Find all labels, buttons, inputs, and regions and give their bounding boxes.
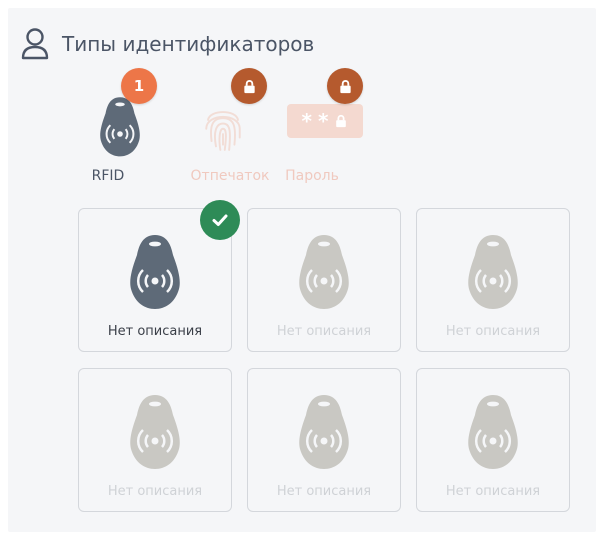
- key-card[interactable]: Нет описания: [78, 368, 232, 512]
- lock-badge: [327, 68, 363, 104]
- rfid-tag-icon: [299, 235, 349, 309]
- password-icon: * *: [287, 104, 363, 138]
- count-badge-label: 1: [133, 77, 145, 95]
- fingerprint-icon: [205, 111, 241, 151]
- key-card[interactable]: Нет описания: [247, 368, 401, 512]
- type-label-password: Пароль: [285, 168, 339, 184]
- rfid-tag-icon: [130, 395, 180, 469]
- identifier-panel: Типы идентификаторов 1 RFID Отпечаток * …: [8, 8, 596, 532]
- lock-badge: [231, 68, 267, 104]
- key-card-label: Нет описания: [445, 324, 541, 339]
- lock-icon: [243, 79, 255, 93]
- type-fingerprint[interactable]: Отпечаток: [181, 8, 281, 184]
- small-lock-icon: [336, 114, 347, 128]
- type-password[interactable]: * * Пароль: [281, 8, 381, 184]
- lock-icon: [339, 79, 351, 93]
- key-card[interactable]: Нет описания: [416, 368, 570, 512]
- key-card-label: Нет описания: [445, 484, 541, 499]
- password-asterisk-icon: *: [318, 109, 329, 133]
- key-card-label: Нет описания: [107, 484, 203, 499]
- check-icon: [212, 214, 228, 226]
- selected-check-badge: [200, 200, 240, 240]
- rfid-tag-icon: [468, 395, 518, 469]
- type-label-rfid: RFID: [91, 168, 125, 184]
- key-card[interactable]: Нет описания: [247, 208, 401, 352]
- type-rfid[interactable]: 1 RFID: [81, 8, 181, 184]
- rfid-tag-icon: [299, 395, 349, 469]
- user-icon: [21, 28, 49, 60]
- key-card[interactable]: Нет описания: [416, 208, 570, 352]
- key-card-label: Нет описания: [276, 324, 372, 339]
- key-card-label: Нет описания: [107, 324, 203, 339]
- rfid-tag-icon: [130, 235, 180, 309]
- rfid-tag-icon: [468, 235, 518, 309]
- count-badge: 1: [121, 68, 157, 104]
- password-asterisk-icon: *: [301, 109, 312, 133]
- key-card-label: Нет описания: [276, 484, 372, 499]
